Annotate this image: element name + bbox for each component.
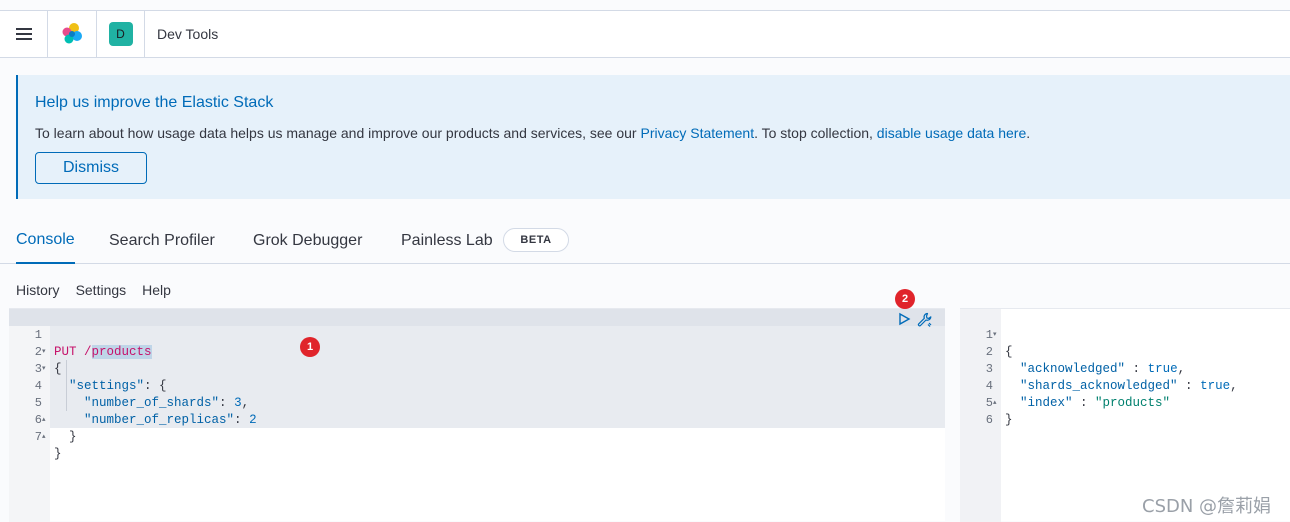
- http-method: PUT: [54, 345, 77, 359]
- request-actions: [897, 312, 933, 328]
- breadcrumb: Dev Tools: [157, 26, 219, 42]
- annotation-badge-2: 2: [895, 289, 915, 309]
- tab-painless-lab[interactable]: Painless Lab: [401, 218, 493, 263]
- response-editor: 1 ▾ { 2 "acknowledged" : true, 3 "shards_…: [960, 308, 1290, 522]
- request-line-4: 4 "number_of_shards": 3,: [9, 361, 249, 410]
- fold-close-icon[interactable]: ▴: [993, 395, 1001, 412]
- response-line-6: 6: [960, 395, 993, 427]
- json-key: "index": [1020, 396, 1073, 410]
- menu-button[interactable]: [0, 10, 48, 58]
- space-avatar: D: [108, 22, 133, 46]
- json-bool: true: [1147, 362, 1178, 376]
- settings-link[interactable]: Settings: [76, 282, 127, 298]
- watermark: CSDN @詹莉娟: [1142, 496, 1272, 517]
- fold-open-icon[interactable]: ▾: [993, 327, 1001, 344]
- code-text: {: [54, 362, 62, 376]
- disable-usage-data-link[interactable]: disable usage data here: [877, 125, 1026, 141]
- space-selector[interactable]: D: [97, 10, 145, 58]
- json-string: "products": [1095, 396, 1171, 410]
- callout-text-part: To learn about how usage data helps us m…: [35, 125, 641, 141]
- code-text: {: [1005, 345, 1013, 359]
- json-key: "shards_acknowledged": [1020, 379, 1178, 393]
- tab-grok-debugger[interactable]: Grok Debugger: [253, 218, 362, 263]
- code-text: }: [54, 447, 62, 461]
- request-line-2: 2 ▾ {: [9, 327, 62, 376]
- request-editor[interactable]: 1 PUT /products 2 ▾ { 3 ▾ "settings": { 4 …: [9, 308, 945, 522]
- wrench-icon[interactable]: [917, 312, 933, 328]
- tab-console[interactable]: Console: [16, 218, 75, 264]
- elastic-logo-icon: [62, 23, 82, 44]
- json-key: "number_of_replicas": [84, 413, 235, 427]
- code-text: ,: [1230, 379, 1238, 393]
- usage-data-callout: Help us improve the Elastic Stack To lea…: [16, 75, 1290, 199]
- history-link[interactable]: History: [16, 282, 60, 298]
- code-text: :: [234, 413, 250, 427]
- path-slash: /: [84, 345, 92, 359]
- fold-open-icon[interactable]: ▾: [42, 361, 50, 378]
- response-line-3: 3 "shards_acknowledged" : true,: [960, 344, 1238, 393]
- json-key: "acknowledged": [1020, 362, 1126, 376]
- annotation-badge-1: 1: [300, 337, 320, 357]
- callout-text-part: .: [1026, 125, 1031, 141]
- request-line-3: 3 ▾ "settings": {: [9, 344, 167, 393]
- fold-open-icon[interactable]: ▾: [42, 344, 50, 361]
- response-line-1: 1 ▾ {: [960, 310, 1013, 359]
- json-number: 2: [249, 413, 257, 427]
- response-line-4: 4 "index" : "products": [960, 361, 1170, 410]
- request-line-5: 5 "number_of_replicas": 2: [9, 378, 257, 427]
- fold-close-icon[interactable]: ▴: [42, 429, 50, 446]
- elastic-logo[interactable]: [48, 10, 97, 58]
- code-text: :: [1125, 362, 1148, 376]
- callout-text: To learn about how usage data helps us m…: [35, 125, 1030, 141]
- response-line-5: 5 ▴ }: [960, 378, 1013, 427]
- top-header: D Dev Tools: [0, 10, 1290, 58]
- code-text: : {: [144, 379, 167, 393]
- devtools-tabs: Console Search Profiler Grok Debugger Pa…: [0, 218, 1290, 264]
- code-text: ,: [1177, 362, 1186, 376]
- json-number: 3: [234, 396, 242, 410]
- callout-text-part: . To stop collection,: [754, 125, 877, 141]
- callout-title: Help us improve the Elastic Stack: [35, 94, 274, 111]
- code-text: }: [69, 430, 77, 444]
- console-menu: History Settings Help: [16, 282, 171, 298]
- code-text: }: [1005, 413, 1013, 427]
- response-line-2: 2 "acknowledged" : true,: [960, 327, 1185, 376]
- request-line-7: 7 ▴ }: [9, 412, 62, 461]
- json-key: "settings": [69, 379, 145, 393]
- fold-close-icon[interactable]: ▴: [42, 412, 50, 429]
- code-text: :: [1177, 379, 1201, 393]
- path-name: products: [91, 345, 152, 359]
- dismiss-button[interactable]: Dismiss: [35, 152, 147, 184]
- editor-resizer[interactable]: [945, 308, 960, 521]
- line-number: 7: [34, 430, 42, 444]
- tab-search-profiler[interactable]: Search Profiler: [109, 218, 215, 263]
- privacy-statement-link[interactable]: Privacy Statement: [640, 125, 754, 141]
- json-bool: true: [1200, 379, 1231, 393]
- code-text: ,: [241, 396, 250, 410]
- line-number: 6: [985, 413, 993, 427]
- code-text: :: [1072, 396, 1096, 410]
- hamburger-icon: [15, 28, 32, 40]
- request-line-1: 1 PUT /products: [9, 310, 945, 359]
- code-text: :: [219, 396, 235, 410]
- play-icon[interactable]: [897, 312, 911, 326]
- request-line-6: 6 ▴ }: [9, 395, 77, 444]
- json-key: "number_of_shards": [84, 396, 220, 410]
- help-link[interactable]: Help: [142, 282, 171, 298]
- beta-badge: BETA: [503, 228, 569, 252]
